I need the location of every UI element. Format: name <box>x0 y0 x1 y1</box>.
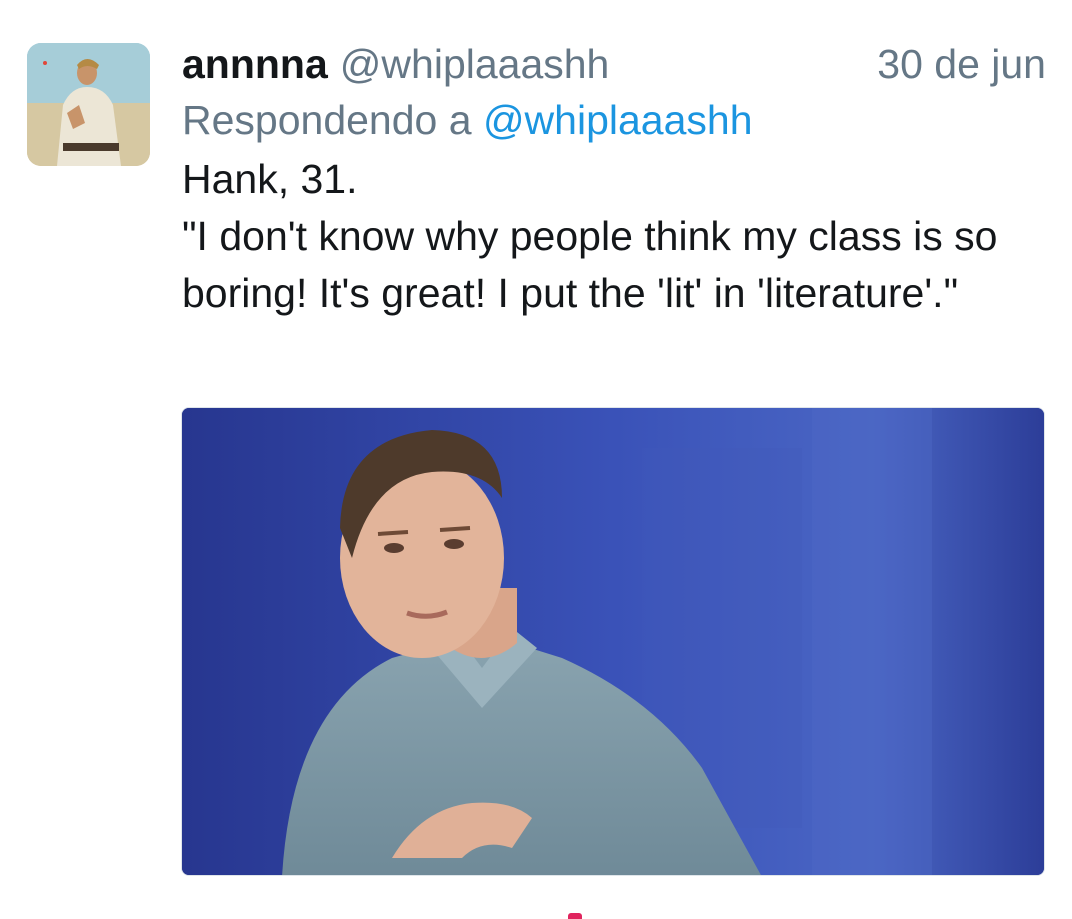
media-image <box>182 408 1044 875</box>
reply-to-handle-link[interactable]: @whiplaaashh <box>483 97 753 143</box>
reply-prefix: Respondendo a <box>182 97 472 143</box>
tweet-text: Hank, 31. "I don't know why people think… <box>182 156 998 316</box>
display-name[interactable]: annnna <box>182 38 328 90</box>
heart-icon[interactable] <box>568 913 582 919</box>
reply-context: Respondendo a @whiplaaashh <box>182 94 753 146</box>
tweet-date[interactable]: 30 de jun <box>877 38 1046 90</box>
tweet-header: annnna @whiplaaashh <box>182 38 609 90</box>
user-handle[interactable]: @whiplaaashh <box>340 38 610 90</box>
avatar-image <box>27 43 150 166</box>
tweet-media[interactable] <box>181 407 1045 876</box>
avatar[interactable] <box>27 43 150 166</box>
